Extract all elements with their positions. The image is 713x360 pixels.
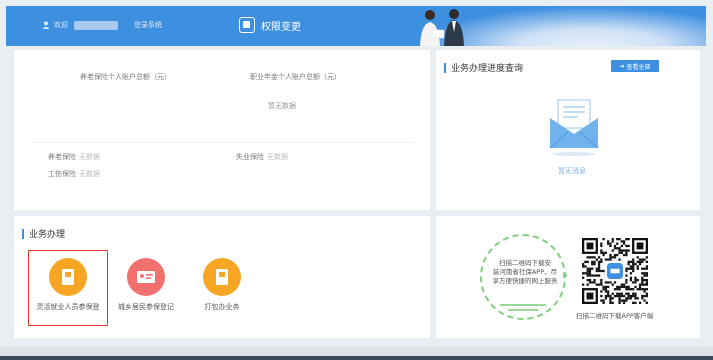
envelope-icon xyxy=(549,99,599,156)
id-card-icon xyxy=(137,271,155,283)
document-icon xyxy=(216,269,228,285)
account-summary-card: 养老保险个人账户总额（元） 职业年金个人账户总额（元） 暂无数据 养老保险 无数据… xyxy=(14,50,430,210)
qr-code-image[interactable] xyxy=(582,238,648,304)
header-title-text: 权限变更 xyxy=(261,21,301,33)
progress-query-card: 业务办理进度查询 ➜ 查看全部 暂无消息 xyxy=(436,50,700,210)
app-promo-text: 扫描二维码下载安 装河南省社保APP，尽 享方便快捷的网上服务 xyxy=(492,259,558,285)
welcome-text: 欢迎 xyxy=(54,21,68,29)
top-header: 欢迎 登录系统 权限变更 xyxy=(6,6,706,46)
document-icon xyxy=(62,269,74,285)
business-card: 业务办理 灵活就业人员参保登 城乡居民参保登记 打包办业务 xyxy=(14,216,430,338)
login-link[interactable]: 登录系统 xyxy=(134,20,162,30)
business-people-illustration xyxy=(420,9,464,46)
app-download-card: 扫描二维码下载安 装河南省社保APP，尽 享方便快捷的网上服务 ▸ 扫描二维码下… xyxy=(436,216,700,338)
service-resident-insurance[interactable]: 城乡居民参保登记 xyxy=(110,258,182,312)
pension-total-label: 养老保险个人账户总额（元） xyxy=(80,73,171,81)
taskbar xyxy=(0,356,713,360)
service-label: 打包办业务 xyxy=(204,303,240,311)
header-title: 权限变更 xyxy=(239,17,301,33)
service-label: 灵活就业人员参保登 xyxy=(36,303,100,311)
annuity-total-label: 职业年金个人账户总额（元） xyxy=(250,73,341,81)
progress-section-title: 业务办理进度查询 xyxy=(444,61,523,74)
service-package-business[interactable]: 打包办业务 xyxy=(186,258,258,312)
view-all-button[interactable]: ➜ 查看全部 xyxy=(611,60,659,72)
qr-caption: 扫描二维码下载APP客户端 xyxy=(576,312,654,320)
no-message-text: 暂无消息 xyxy=(558,167,586,175)
insurance-item: 养老保险 无数据 xyxy=(48,153,100,161)
insurance-item: 工伤保险 无数据 xyxy=(48,170,100,178)
user-greeting: 欢迎 登录系统 xyxy=(42,20,162,30)
masked-username xyxy=(74,20,118,30)
user-icon xyxy=(42,21,50,29)
insurance-item: 失业保险 无数据 xyxy=(236,153,288,161)
service-label: 城乡居民参保登记 xyxy=(118,303,174,311)
service-flexible-employment[interactable]: 灵活就业人员参保登 xyxy=(32,258,104,312)
arrow-right-icon: ➜ xyxy=(619,62,625,70)
arrow-right-icon: ▸ xyxy=(563,270,569,281)
divider xyxy=(32,142,414,143)
no-data-text: 暂无数据 xyxy=(268,102,296,110)
permission-icon xyxy=(239,17,255,33)
business-section-title: 业务办理 xyxy=(22,227,65,240)
